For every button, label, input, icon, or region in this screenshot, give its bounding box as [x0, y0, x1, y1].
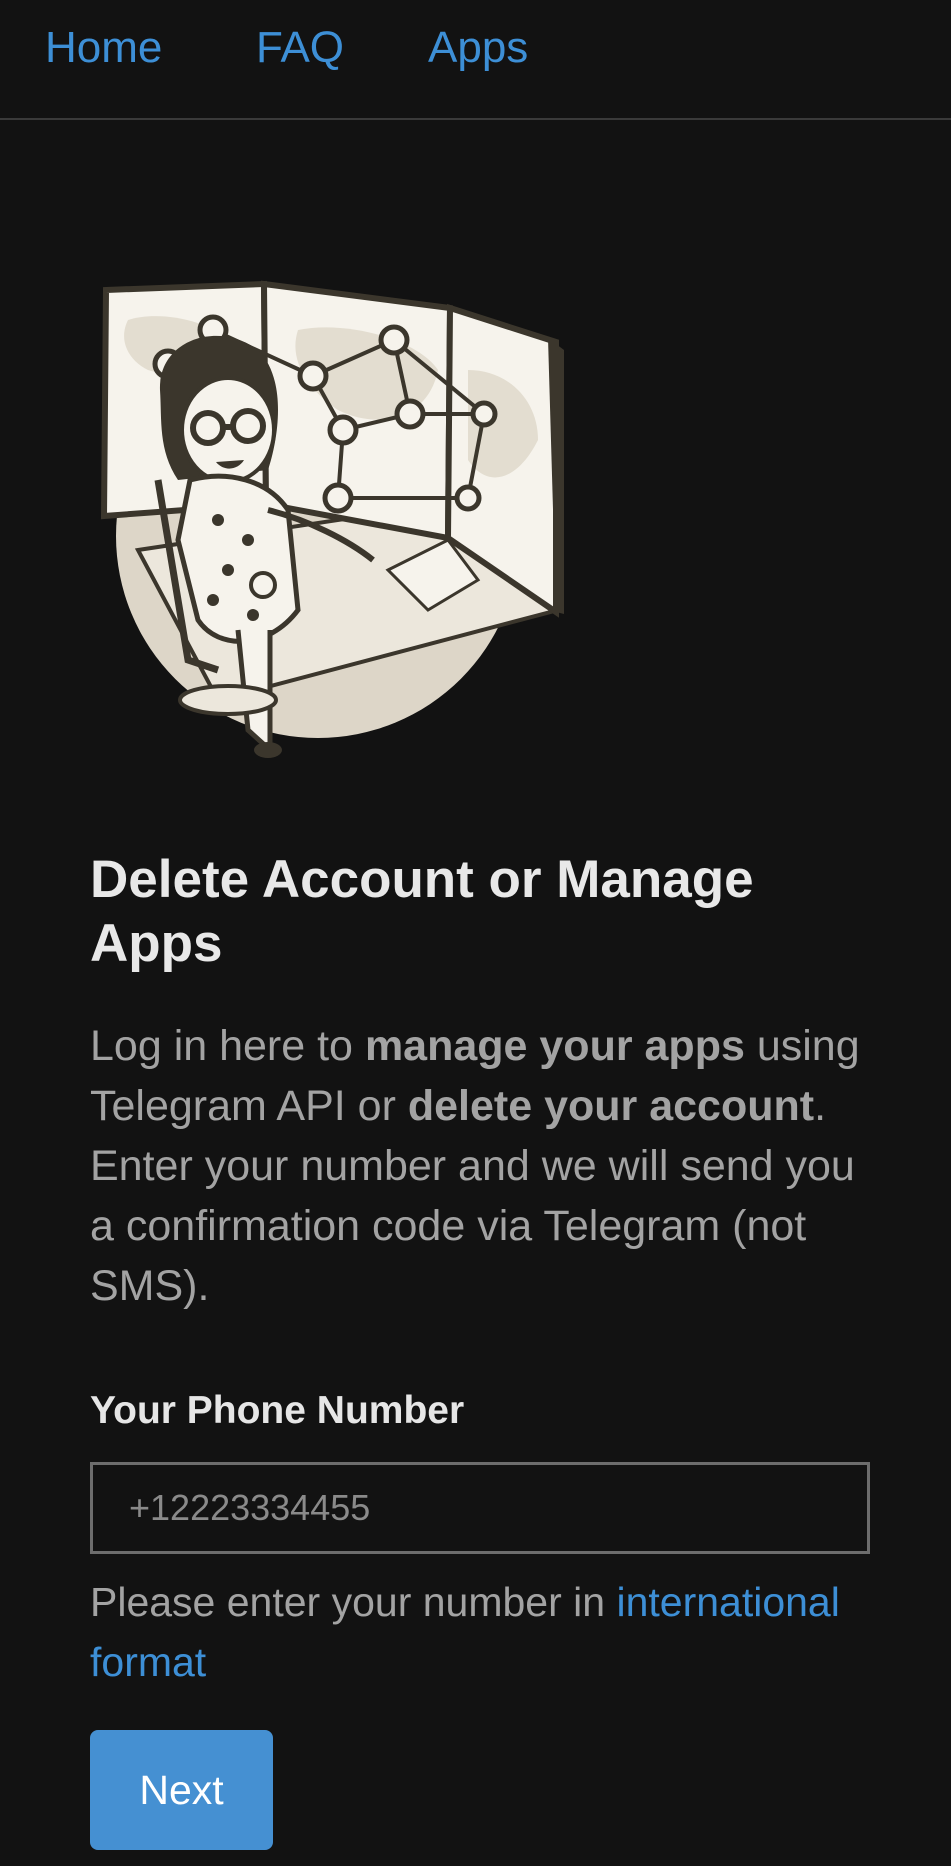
login-panel: Delete Account or Manage Apps Log in her…	[90, 848, 880, 1850]
phone-number-label: Your Phone Number	[90, 1389, 465, 1432]
intro-text-part: Log in here to	[90, 1022, 365, 1070]
intro-bold-manage-apps: manage your apps	[364, 1022, 745, 1070]
shoe	[254, 742, 282, 758]
dress	[175, 473, 301, 644]
belt-buckle	[249, 571, 277, 599]
nav-link-faq[interactable]: FAQ	[256, 22, 344, 74]
intro-bold-delete-account: delete your account	[407, 1082, 815, 1130]
top-navigation: Home FAQ Apps	[0, 0, 951, 120]
phone-format-hint: Please enter your number in internationa…	[90, 1572, 880, 1692]
page-title: Delete Account or Manage Apps	[90, 850, 754, 973]
nav-link-apps[interactable]: Apps	[428, 22, 528, 74]
woman-at-desk-network-map-illustration	[98, 280, 568, 760]
phone-number-input[interactable]	[90, 1462, 870, 1554]
nav-link-home[interactable]: Home	[45, 22, 162, 74]
next-button[interactable]: Next	[90, 1730, 273, 1850]
illustration-svg	[100, 280, 564, 758]
intro-text: Log in here to manage your apps using Te…	[90, 1016, 880, 1316]
hint-text: Please enter your number in	[90, 1579, 617, 1625]
chair-base	[178, 684, 278, 716]
